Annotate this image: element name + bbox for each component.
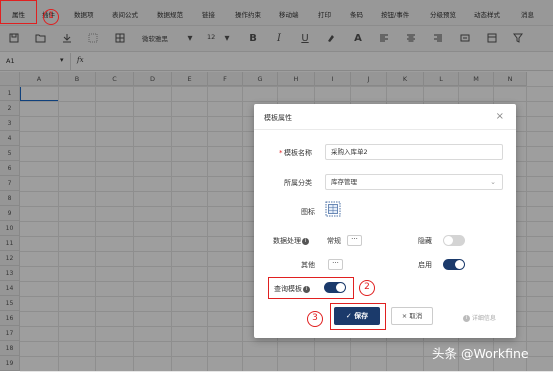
other-more-button[interactable]: ··· [328,259,343,270]
required-mark: * [279,149,283,157]
detail-info-link[interactable]: i 详细信息 [462,313,496,322]
highlight-save-button [330,303,386,330]
data-processing-value: 常规 [327,237,341,245]
highlight-properties-menu [0,0,37,24]
dialog-title: 模板属性 [264,114,292,122]
dialog-header: 模板属性 × [254,104,516,130]
enable-toggle[interactable] [443,259,465,270]
other-label: 其他 [301,261,315,269]
chevron-down-icon[interactable]: ⌄ [490,175,496,189]
hidden-label: 隐藏 [418,237,432,245]
hidden-toggle[interactable] [443,235,465,246]
data-processing-more-button[interactable]: ··· [347,235,362,246]
cancel-button[interactable]: × 取消 [391,307,433,325]
template-name-label: 模板名称 [284,149,312,157]
template-icon-picker[interactable] [325,201,341,217]
annotation-step-1: 1 [43,9,59,25]
highlight-query-template [268,277,354,299]
template-properties-dialog: 模板属性 × * 模板名称 采购入库单2 所属分类 库存管理 ⌄ 图标 数据处理… [254,104,516,338]
category-label: 所属分类 [284,179,312,187]
info-icon: i [463,315,470,322]
annotation-step-2: 2 [359,280,375,296]
template-name-input[interactable]: 采购入库单2 [325,144,503,160]
close-icon[interactable]: × [496,111,504,122]
watermark: 头条 @Workfine [432,346,529,361]
close-icon: × [401,312,408,320]
icon-label: 图标 [301,208,315,216]
annotation-step-3: 3 [307,311,323,327]
info-icon[interactable]: i [302,237,309,245]
enable-label: 启用 [418,261,432,269]
table-icon [325,201,341,217]
category-select[interactable]: 库存管理 ⌄ [325,174,503,190]
category-value: 库存管理 [331,178,357,186]
data-processing-label: 数据处理 i [273,236,309,246]
